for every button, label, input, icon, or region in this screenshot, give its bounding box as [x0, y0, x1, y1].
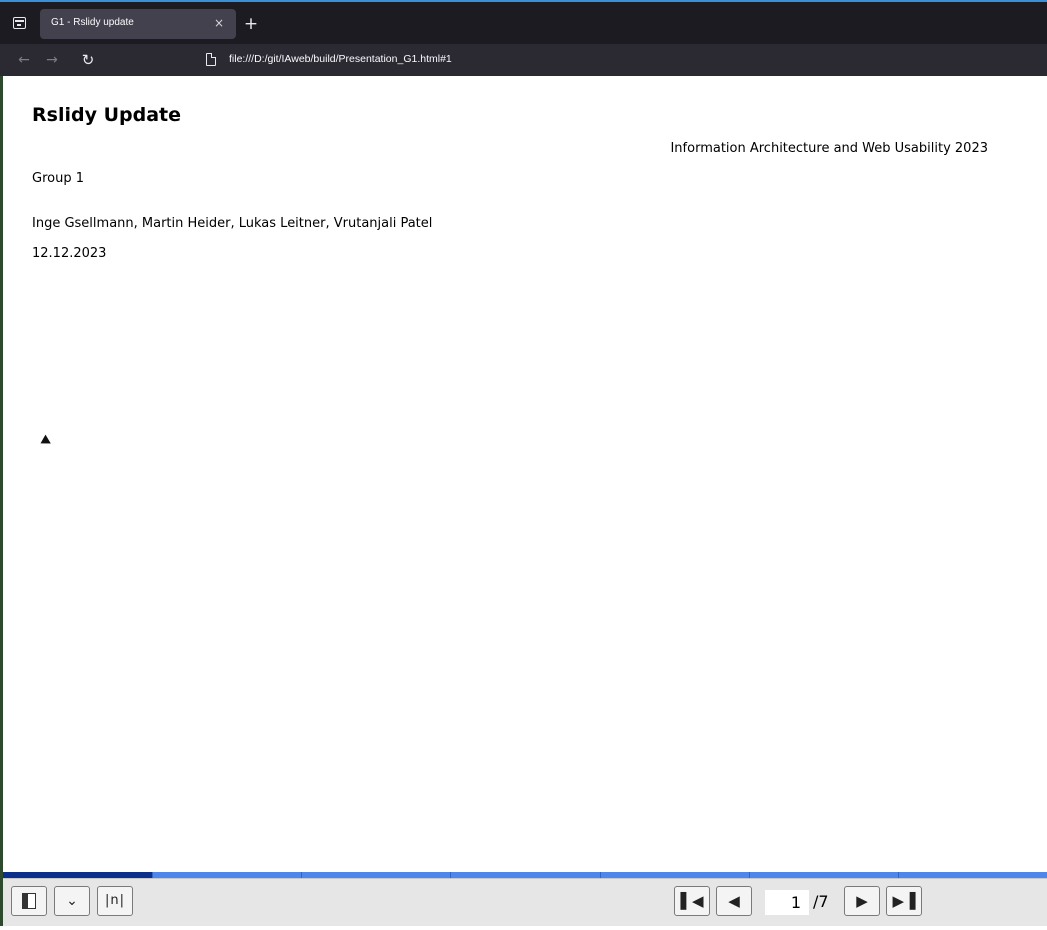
presentation-date: 12.12.2023: [32, 246, 107, 261]
browser-navbar: ← → ↻ file:///D:/git/IAweb/build/Present…: [0, 44, 1047, 76]
previous-icon: ◀: [728, 892, 740, 910]
authors: Inge Gsellmann, Martin Heider, Lukas Lei…: [32, 216, 433, 231]
expand-menu-button[interactable]: ⌄: [54, 886, 90, 916]
address-bar[interactable]: file:///D:/git/IAweb/build/Presentation_…: [196, 48, 1046, 72]
table-of-contents-icon: [22, 893, 36, 909]
browser-titlebar: G1 - Rslidy update × +: [0, 0, 1047, 44]
slide-toolbar: ⌄ |n| ▌◀ ◀ /7 ▶ ▶▐: [3, 878, 1047, 926]
tab-title: G1 - Rslidy update: [51, 17, 134, 28]
first-slide-button[interactable]: ▌◀: [674, 886, 710, 916]
slide-total: /7: [813, 892, 829, 911]
last-slide-button[interactable]: ▶▐: [886, 886, 922, 916]
course-name: Information Architecture and Web Usabili…: [670, 141, 988, 156]
next-slide-button[interactable]: ▶: [844, 886, 880, 916]
tab-list-icon[interactable]: [10, 14, 28, 32]
new-tab-icon[interactable]: +: [242, 14, 260, 34]
forward-arrow-icon[interactable]: →: [42, 50, 62, 70]
reload-icon[interactable]: ↻: [78, 50, 98, 70]
toc-button[interactable]: [11, 886, 47, 916]
group-name: Group 1: [32, 171, 84, 186]
skip-to-end-icon: ▶▐: [892, 892, 916, 910]
close-tab-icon[interactable]: ×: [212, 15, 226, 31]
window-bottom-edge: [0, 926, 1047, 930]
page-icon: [206, 52, 217, 66]
skip-to-start-icon: ▌◀: [680, 892, 704, 910]
slide-number-input[interactable]: [765, 890, 809, 915]
window-left-edge: [0, 76, 3, 926]
double-chevron-down-icon: ⌄: [66, 893, 78, 909]
url-text[interactable]: file:///D:/git/IAweb/build/Presentation_…: [229, 53, 452, 65]
back-arrow-icon[interactable]: ←: [14, 50, 34, 70]
mouse-cursor-icon: [40, 434, 54, 448]
slide-title: Rslidy Update: [32, 104, 181, 126]
previous-slide-button[interactable]: ◀: [716, 886, 752, 916]
slide-number-button[interactable]: |n|: [97, 886, 133, 916]
tab-active[interactable]: G1 - Rslidy update ×: [40, 9, 236, 39]
next-icon: ▶: [856, 892, 868, 910]
